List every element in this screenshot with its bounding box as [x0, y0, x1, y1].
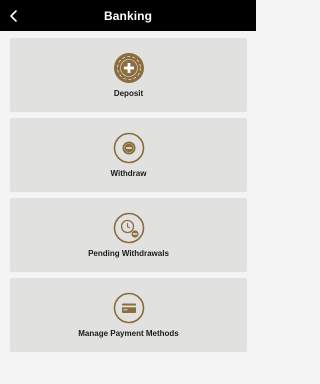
manage-payment-methods-label: Manage Payment Methods: [78, 329, 179, 338]
deposit-button[interactable]: Deposit: [10, 38, 247, 112]
withdraw-button[interactable]: Withdraw: [10, 118, 247, 192]
back-button[interactable]: [0, 0, 28, 31]
pending-withdrawals-button[interactable]: Pending Withdrawals: [10, 198, 247, 272]
app-header: Banking: [0, 0, 256, 31]
page-title: Banking: [103, 8, 153, 23]
clock-minus-icon: [113, 212, 144, 244]
manage-payment-methods-button[interactable]: Manage Payment Methods: [10, 278, 247, 352]
credit-card-icon: [113, 292, 144, 324]
pending-withdrawals-label: Pending Withdrawals: [88, 249, 169, 258]
plus-chip-icon: [113, 53, 144, 83]
deposit-label: Deposit: [113, 89, 144, 98]
chevron-left-icon: [10, 9, 17, 22]
withdraw-label: Withdraw: [110, 169, 147, 178]
coin-in-circle-icon: [113, 132, 144, 164]
